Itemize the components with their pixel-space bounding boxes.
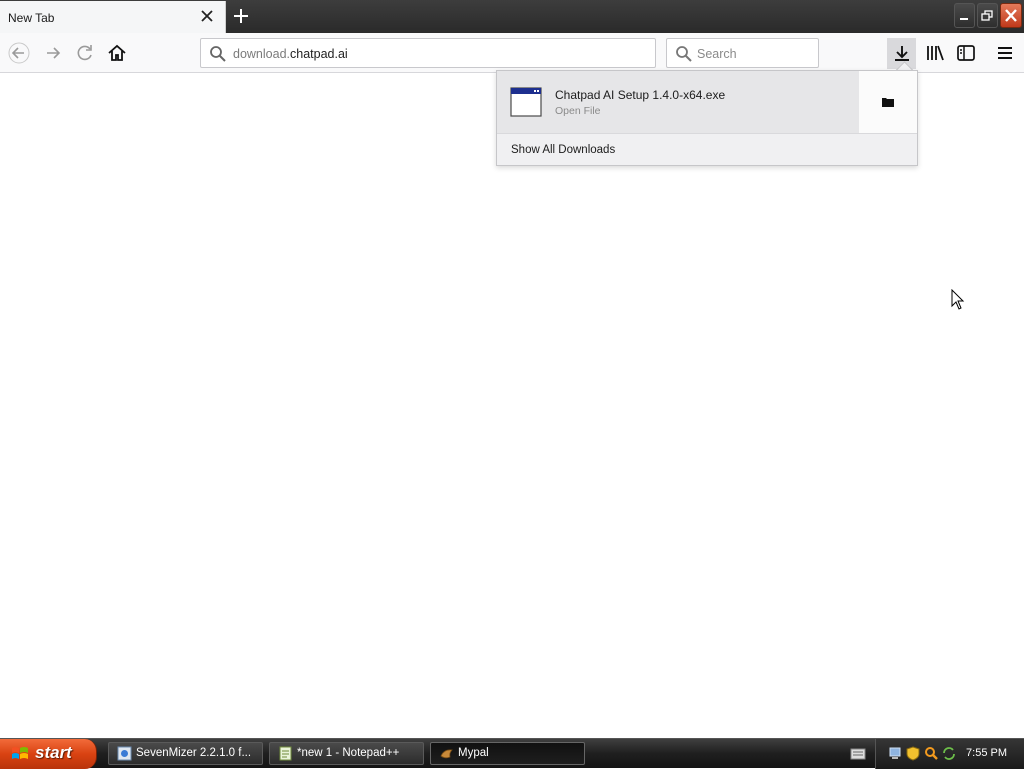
download-arrow-icon (895, 46, 909, 61)
notepad-icon (279, 746, 292, 761)
taskbar-item-label: Mypal (458, 747, 489, 759)
start-label: start (35, 743, 72, 762)
close-window-button[interactable] (1000, 3, 1022, 28)
taskbar: start SevenMizer 2.2.1.0 f... *new 1 - N… (0, 738, 1024, 769)
taskbar-item-mypal[interactable]: Mypal (430, 742, 585, 765)
new-tab-icon[interactable] (231, 6, 251, 26)
windows-logo-icon (12, 747, 28, 759)
address-bar[interactable]: download.chatpad.ai (200, 38, 656, 68)
system-tray: 7:55 PM (875, 739, 1024, 769)
shield-icon[interactable] (906, 746, 920, 761)
close-icon (1005, 9, 1017, 22)
taskbar-item-sevenmizer[interactable]: SevenMizer 2.2.1.0 f... (108, 742, 263, 765)
mypal-icon (440, 749, 453, 759)
download-filename: Chatpad AI Setup 1.4.0-x64.exe (555, 88, 726, 102)
navigation-toolbar: download.chatpad.ai (0, 33, 1024, 73)
show-all-downloads-link[interactable]: Show All Downloads (511, 144, 615, 156)
library-icon[interactable] (925, 44, 945, 62)
restore-icon (981, 10, 993, 21)
executable-file-icon (510, 87, 542, 117)
sidebar-icon[interactable] (957, 45, 975, 61)
search-icon (676, 46, 692, 62)
download-item[interactable]: Chatpad AI Setup 1.4.0-x64.exe Open File (497, 71, 859, 133)
url-prefix: download. (233, 47, 290, 61)
folder-icon (882, 98, 894, 107)
start-button[interactable]: start (0, 739, 97, 769)
keyboard-icon[interactable] (850, 748, 866, 760)
download-status: Open File (555, 105, 601, 117)
tab-strip: New Tab (0, 0, 1024, 33)
tab-close-icon[interactable] (199, 8, 215, 24)
restore-button[interactable] (977, 3, 998, 28)
home-icon[interactable] (106, 42, 128, 64)
taskbar-item-label: *new 1 - Notepad++ (297, 747, 400, 759)
sevenmizer-icon (117, 746, 132, 761)
taskbar-item-notepadpp[interactable]: *new 1 - Notepad++ (269, 742, 424, 765)
mouse-cursor-icon (951, 289, 965, 310)
reload-icon[interactable] (74, 42, 96, 64)
search-icon (210, 46, 226, 62)
tab-title: New Tab (8, 11, 55, 25)
taskbar-item-label: SevenMizer 2.2.1.0 f... (136, 747, 252, 759)
network-icon[interactable] (888, 746, 902, 761)
url-domain: chatpad.ai (290, 47, 348, 61)
back-arrow-icon[interactable] (8, 42, 30, 64)
search-box[interactable] (666, 38, 819, 68)
divider (497, 133, 917, 134)
tab-new-tab[interactable]: New Tab (0, 1, 226, 33)
clock[interactable]: 7:55 PM (966, 747, 1007, 759)
minimize-button[interactable] (954, 3, 975, 28)
magnifier-icon[interactable] (924, 746, 938, 761)
minimize-icon (960, 18, 968, 20)
forward-arrow-icon[interactable] (42, 42, 64, 64)
menu-hamburger-icon[interactable] (996, 45, 1014, 61)
search-input[interactable] (695, 44, 817, 64)
open-containing-folder-button[interactable] (859, 71, 917, 133)
sync-icon[interactable] (942, 746, 956, 761)
downloads-panel: Chatpad AI Setup 1.4.0-x64.exe Open File… (496, 70, 918, 166)
url-text: download.chatpad.ai (233, 47, 348, 61)
